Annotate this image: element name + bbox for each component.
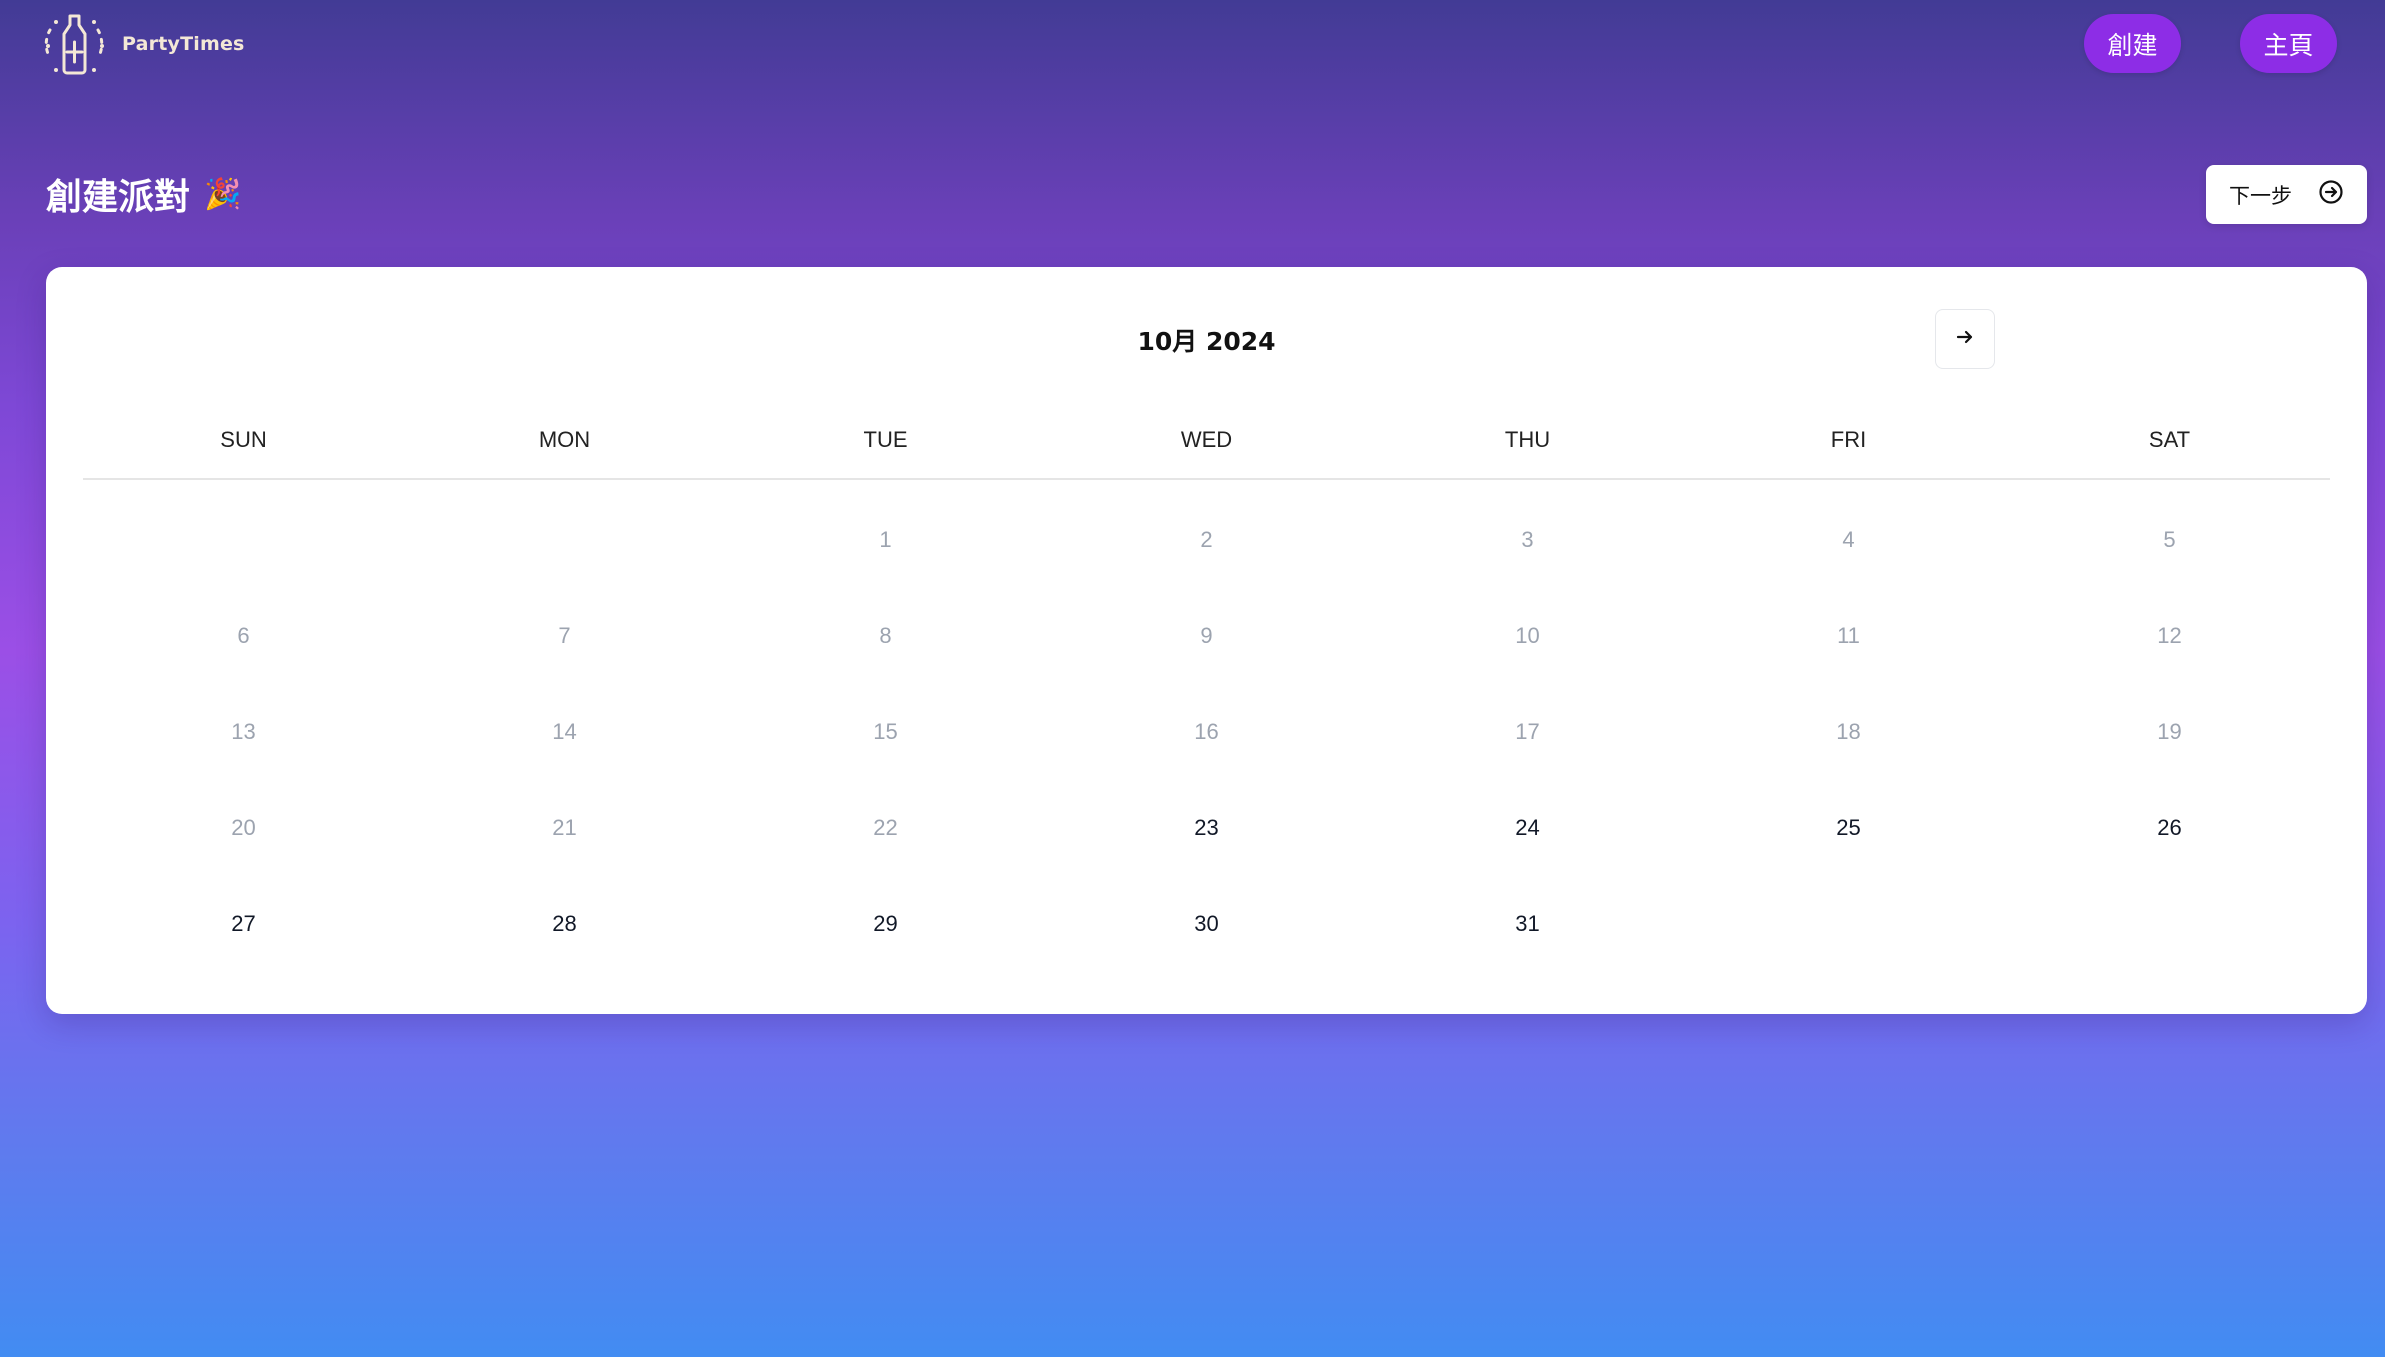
page-title-text: 創建派對 <box>46 177 191 218</box>
day-cell-disabled: 5 <box>2163 527 2176 552</box>
weekday-label: THU <box>1504 427 1551 452</box>
day-cell-disabled: 9 <box>1200 623 1213 648</box>
day-cell-empty <box>83 516 404 612</box>
day-cell-disabled: 4 <box>1842 527 1855 552</box>
day-cell-disabled: 19 <box>2157 719 2182 744</box>
day-cell-disabled: 3 <box>1521 527 1534 552</box>
day-cell-disabled: 7 <box>558 623 571 648</box>
logo-text: PartyTimes <box>122 33 245 55</box>
day-cell-disabled: 13 <box>231 719 256 744</box>
day-cell-available[interactable]: 25 <box>1688 804 2009 900</box>
day-cell-disabled: 15 <box>873 719 898 744</box>
arrow-right-icon <box>1954 326 1976 353</box>
day-cell-disabled: 16 <box>1194 719 1219 744</box>
day-cell-disabled: 2 <box>1200 527 1213 552</box>
month-label: 10月 2024 <box>1137 327 1276 356</box>
day-cell-disabled: 17 <box>1515 719 1540 744</box>
weekday-header: SUN MON TUE WED THU FRI SAT <box>83 427 2330 453</box>
day-cell-disabled: 11 <box>1837 623 1860 648</box>
weekday-label: MON <box>538 427 591 452</box>
day-cell-disabled: 21 <box>552 815 577 840</box>
arrow-circle-right-icon <box>2318 179 2344 210</box>
day-cell-available[interactable]: 30 <box>1046 900 1367 996</box>
day-cell-available[interactable]: 29 <box>725 900 1046 996</box>
app-logo[interactable]: PartyTimes <box>36 12 245 76</box>
day-cell-disabled: 12 <box>2157 623 2182 648</box>
day-cell-empty <box>404 516 725 612</box>
weekday-divider <box>83 478 2330 480</box>
day-cell-disabled: 1 <box>879 527 892 552</box>
day-cell-disabled: 20 <box>231 815 256 840</box>
day-cell-available[interactable]: 26 <box>2009 804 2330 900</box>
weekday-label: TUE <box>863 427 908 452</box>
day-cell-disabled: 22 <box>873 815 898 840</box>
day-cell-disabled: 10 <box>1515 623 1540 648</box>
calendar-card: 10月 2024 SUN MON TUE WED THU FRI SAT 123456789… <box>46 267 2367 1014</box>
day-cell-available[interactable]: 31 <box>1367 900 1688 996</box>
next-step-label: 下一步 <box>2229 183 2292 208</box>
next-month-button[interactable] <box>1935 309 1995 369</box>
nav-home-button[interactable]: 主頁 <box>2240 14 2337 73</box>
day-cell-disabled: 14 <box>552 719 577 744</box>
day-cell-available[interactable]: 28 <box>404 900 725 996</box>
day-cell-available[interactable]: 27 <box>83 900 404 996</box>
party-popper-icon: 🎉 <box>204 176 242 212</box>
page-title: 創建派對 🎉 <box>46 168 241 220</box>
next-step-button[interactable]: 下一步 <box>2206 165 2367 224</box>
day-cell-disabled: 8 <box>879 623 892 648</box>
day-cell-disabled: 18 <box>1836 719 1861 744</box>
day-grid: 1 2 3 4 5 6 7 8 9 10 11 12 13 14 15 16 17 18 19 20 21 22 23 24 2… <box>83 516 2330 996</box>
champagne-bottle-icon <box>36 12 112 76</box>
weekday-label: WED <box>1180 427 1233 452</box>
day-cell-available[interactable]: 24 <box>1367 804 1688 900</box>
weekday-label: FRI <box>1830 427 1867 452</box>
day-cell-available[interactable]: 23 <box>1046 804 1367 900</box>
weekday-label: SAT <box>2148 427 2191 452</box>
day-cell-disabled: 6 <box>237 623 250 648</box>
nav-create-button[interactable]: 創建 <box>2084 14 2181 73</box>
weekday-label: SUN <box>220 427 267 452</box>
